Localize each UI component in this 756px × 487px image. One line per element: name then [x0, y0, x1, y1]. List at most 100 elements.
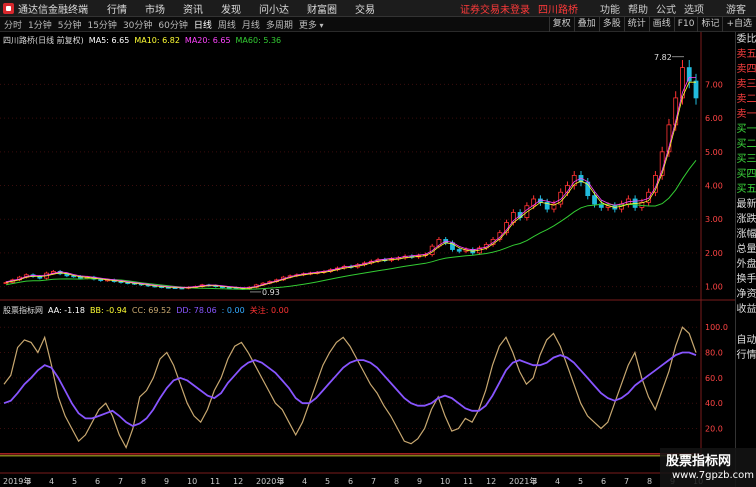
time-tick-label: 6 — [601, 477, 606, 486]
legend-ma5: MA5: 6.65 — [88, 36, 130, 45]
time-tick-label: 10 — [187, 477, 197, 486]
tab-5min[interactable]: 5分钟 — [58, 18, 82, 31]
price-tick-label: 6.00 — [705, 114, 723, 123]
indicator-tick-label: 40.0 — [705, 399, 723, 408]
time-tick-label: 9 — [164, 477, 169, 486]
side-bid3[interactable]: 买三 — [736, 152, 756, 167]
tab-daily[interactable]: 日线 — [194, 18, 212, 31]
app-logo-icon — [2, 2, 15, 15]
time-tick-label: 12 — [233, 477, 243, 486]
side-earnings[interactable]: 收益 — [736, 302, 756, 317]
side-bid4[interactable]: 买四 — [736, 167, 756, 182]
tab-30min[interactable]: 30分钟 — [123, 18, 152, 31]
menu-item-discover[interactable]: 发现 — [221, 1, 241, 16]
menu-item-options[interactable]: 选项 — [684, 1, 704, 16]
high-price-label: 7.82 — [654, 53, 672, 62]
time-tick-label: 4 — [302, 477, 307, 486]
side-bid2[interactable]: 买二 — [736, 137, 756, 152]
low-price-label: 0.93 — [262, 288, 280, 297]
tab-multi-period[interactable]: 多周期 — [266, 18, 293, 31]
menu-item-function[interactable]: 功能 — [600, 1, 620, 16]
legend-aa: AA: -1.18 — [48, 306, 85, 315]
current-stock-name: 四川路桥 — [538, 4, 578, 16]
period-toolbar: 分时 1分钟 5分钟 15分钟 30分钟 60分钟 日线 周线 月线 多周期 更… — [0, 16, 756, 32]
tool-add-watchlist[interactable]: +自选 — [722, 16, 756, 32]
time-tick-label: 11 — [463, 477, 473, 486]
side-ask1[interactable]: 卖一 — [736, 107, 756, 122]
tool-overlay[interactable]: 叠加 — [573, 16, 599, 32]
time-tick-label: 7 — [118, 477, 123, 486]
tool-statistics[interactable]: 统计 — [623, 16, 649, 32]
side-ask4[interactable]: 卖四 — [736, 62, 756, 77]
tool-multi-stock[interactable]: 多股 — [598, 16, 624, 32]
candle-body — [3, 282, 9, 284]
indicator-tick-label: 100.0 — [705, 323, 728, 332]
chart-background — [0, 32, 735, 487]
price-tick-label: 7.00 — [705, 80, 723, 89]
legend-dd: DD: 78.06 — [176, 306, 217, 315]
tool-draw-line[interactable]: 画线 — [648, 16, 674, 32]
time-tick-label: 7 — [624, 477, 629, 486]
side-bid1[interactable]: 买一 — [736, 122, 756, 137]
sub-legend-title: 股票指标网 — [3, 306, 43, 315]
side-total-volume[interactable]: 总量 — [736, 242, 756, 257]
watermark: 股票指标网 www.7gpzb.com — [660, 448, 756, 487]
tab-intraday[interactable]: 分时 — [4, 18, 22, 31]
watermark-title: 股票指标网 — [666, 454, 732, 469]
login-notice[interactable]: 证券交易未登录 — [460, 1, 530, 16]
side-outer-volume[interactable]: 外盘 — [736, 257, 756, 272]
tool-adjust[interactable]: 复权 — [548, 16, 574, 32]
time-tick-label: 3 — [279, 477, 284, 486]
side-ask3[interactable]: 卖三 — [736, 77, 756, 92]
side-ask5[interactable]: 卖五 — [736, 47, 756, 62]
tab-monthly[interactable]: 月线 — [242, 18, 260, 31]
tab-1min[interactable]: 1分钟 — [28, 18, 52, 31]
side-change[interactable]: 涨跌 — [736, 212, 756, 227]
side-net-asset[interactable]: 净资 — [736, 287, 756, 302]
legend-cc: CC: 69.52 — [131, 306, 172, 315]
tool-mark[interactable]: 标记 — [697, 16, 722, 32]
menu-item-formula[interactable]: 公式 — [656, 1, 676, 16]
menu-bar: 通达信金融终端 行情 市场 资讯 发现 问小达 财富圈 交易 证券交易未登录 四… — [0, 0, 756, 17]
menu-item-trade[interactable]: 交易 — [355, 1, 375, 16]
time-tick-label: 8 — [141, 477, 146, 486]
menu-item-news[interactable]: 资讯 — [183, 1, 203, 16]
time-tick-label: 6 — [348, 477, 353, 486]
candle-body — [456, 249, 462, 252]
menu-item-markets[interactable]: 市场 — [145, 1, 165, 16]
side-ask2[interactable]: 卖二 — [736, 92, 756, 107]
main-legend-title: 四川路桥(日线 前复权) — [3, 36, 84, 45]
side-change-pct[interactable]: 涨幅 — [736, 227, 756, 242]
kline-chart-svg[interactable]: 1.00 2.00 3.00 4.00 5.00 6.00 7.00 20.0 40.0 60.0… — [0, 32, 735, 487]
quote-sidebar: 委比 卖五 卖四 卖三 卖二 卖一 买一 买二 买三 买四 买五 最新 涨跌 涨… — [735, 32, 756, 487]
price-tick-label: 5.00 — [705, 148, 723, 157]
tab-15min[interactable]: 15分钟 — [87, 18, 116, 31]
indicator-tick-label: 80.0 — [705, 349, 723, 358]
side-auto[interactable]: 自动 — [736, 333, 756, 348]
side-turnover[interactable]: 换手 — [736, 272, 756, 287]
tab-weekly[interactable]: 周线 — [218, 18, 236, 31]
time-tick-label: 7 — [371, 477, 376, 486]
time-tick-label: 5 — [578, 477, 583, 486]
menu-item-help[interactable]: 帮助 — [628, 1, 648, 16]
tool-f10[interactable]: F10 — [673, 16, 698, 32]
side-ratio[interactable]: 委比 — [736, 32, 756, 47]
guest-user[interactable]: 游客 — [726, 1, 746, 16]
side-latest[interactable]: 最新 — [736, 197, 756, 212]
app-name: 通达信金融终端 — [18, 4, 88, 16]
tab-more[interactable]: 更多 — [299, 18, 324, 31]
menu-item-ask[interactable]: 问小达 — [259, 1, 289, 16]
chart-area[interactable]: 1.00 2.00 3.00 4.00 5.00 6.00 7.00 20.0 40.0 60.0… — [0, 32, 735, 487]
time-tick-label: 10 — [440, 477, 450, 486]
side-bid5[interactable]: 买五 — [736, 182, 756, 197]
legend-ma10: MA10: 6.82 — [134, 36, 180, 45]
menu-item-wealth[interactable]: 财富圈 — [307, 1, 337, 16]
menu-item-market[interactable]: 行情 — [107, 1, 127, 16]
side-quote[interactable]: 行情 — [736, 348, 756, 363]
main-legend: 四川路桥(日线 前复权) MA5: 6.65 MA10: 6.82 MA20: … — [3, 35, 281, 46]
tab-60min[interactable]: 60分钟 — [158, 18, 187, 31]
time-tick-label: 9 — [417, 477, 422, 486]
time-tick-label: 3 — [532, 477, 537, 486]
price-tick-label: 2.00 — [705, 249, 723, 258]
time-tick-label: 3 — [26, 477, 31, 486]
